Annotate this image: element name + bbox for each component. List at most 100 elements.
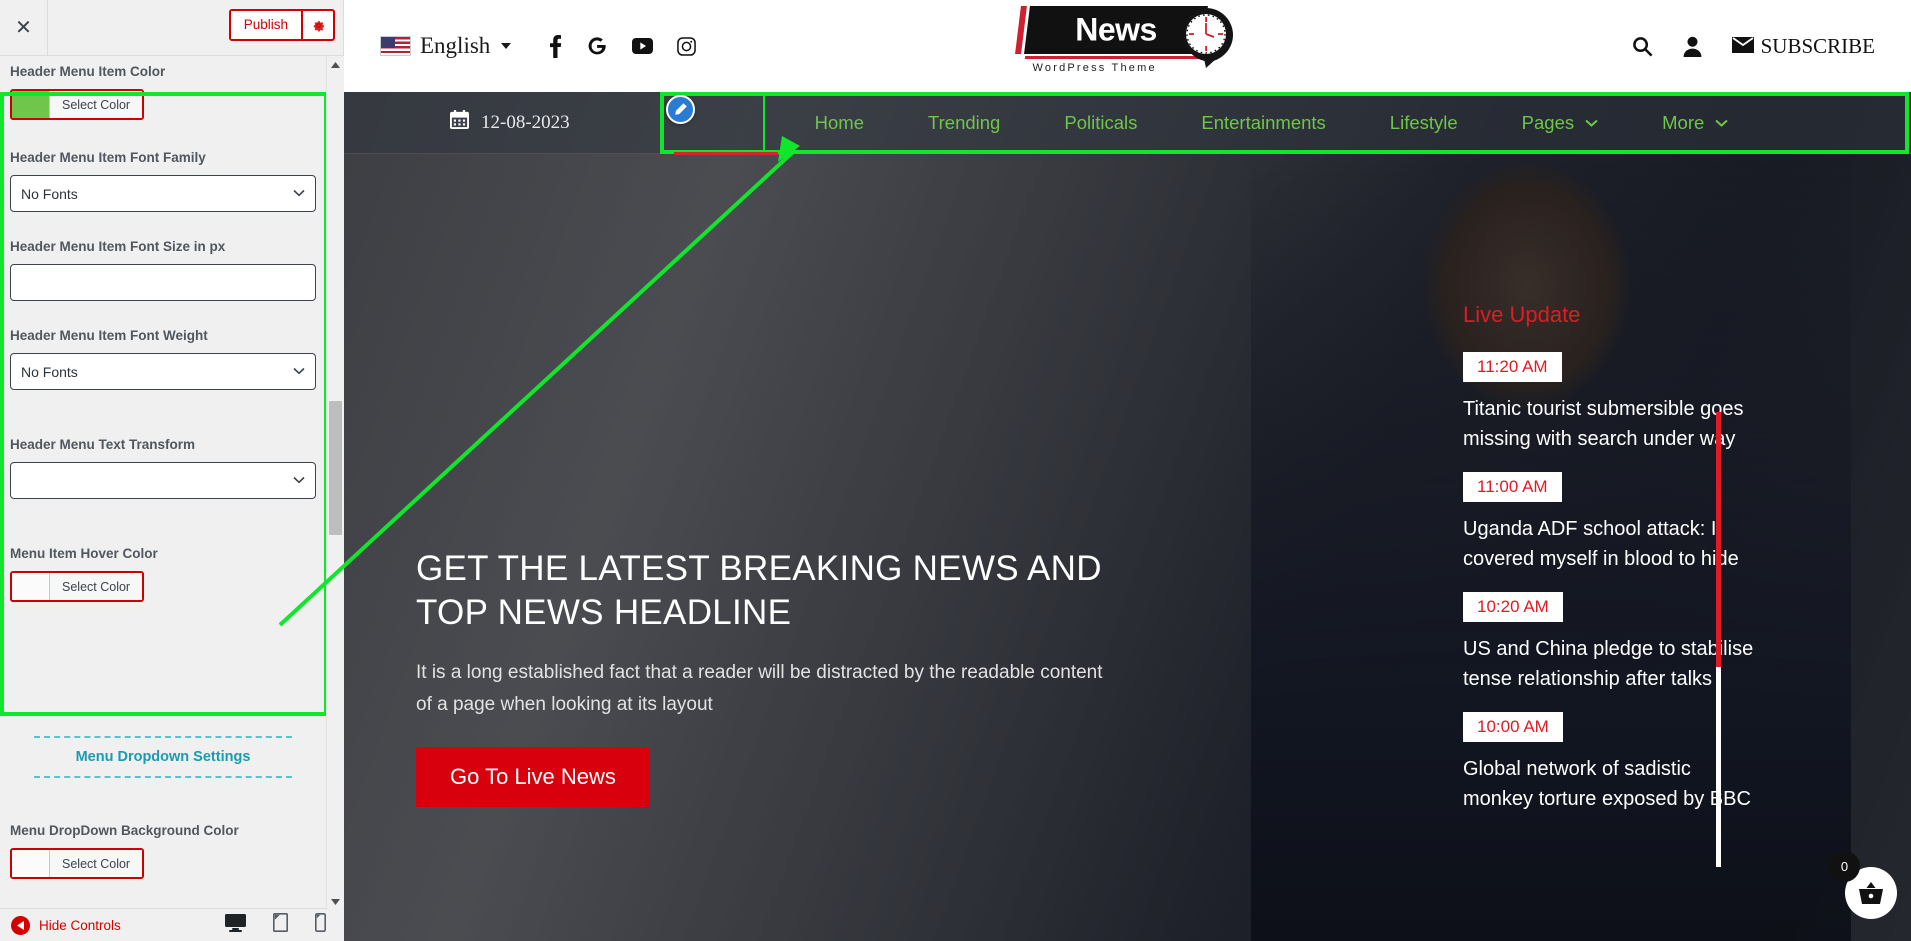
go-to-live-news-button[interactable]: Go To Live News: [416, 747, 650, 807]
select-color-button[interactable]: Select Color: [50, 91, 143, 118]
language-selector[interactable]: English: [380, 33, 512, 59]
sidebar-scrollbar[interactable]: [326, 56, 343, 910]
scroll-up-arrow[interactable]: [327, 56, 344, 73]
language-label: English: [420, 33, 491, 58]
current-date: 12-08-2023: [450, 110, 570, 135]
live-update-time: 11:20 AM: [1463, 352, 1562, 382]
chevron-down-icon: [293, 188, 305, 200]
nav-label: Home: [814, 111, 865, 133]
color-picker-header-menu-item-color[interactable]: Select Color: [10, 89, 145, 120]
control-menu-dropdown-background-color: Menu DropDown Background Color Select Co…: [10, 823, 316, 882]
color-swatch[interactable]: [12, 91, 50, 118]
chevron-down-icon: [1715, 115, 1728, 130]
active-item-underline: [674, 152, 778, 155]
chevron-down-icon: [293, 475, 305, 487]
nav-label: Lifestyle: [1389, 111, 1458, 133]
customizer-body: Header Menu Item Color Select Color Head…: [0, 56, 344, 910]
control-header-menu-item-font-weight: Header Menu Item Font Weight No Fonts: [10, 328, 316, 390]
mobile-icon[interactable]: [315, 913, 326, 937]
live-update-item[interactable]: 10:20 AM US and China pledge to stabilis…: [1463, 592, 1759, 694]
live-update-time: 11:00 AM: [1463, 472, 1562, 502]
live-update-headline[interactable]: Global network of sadistic monkey tortur…: [1463, 754, 1759, 814]
tablet-icon[interactable]: [273, 913, 288, 937]
section-title: Menu Dropdown Settings: [75, 749, 251, 765]
color-picker-menu-dropdown-background-color[interactable]: Select Color: [10, 848, 145, 879]
gear-icon[interactable]: [303, 11, 333, 39]
site-topbar: English News WordPress Theme SUBSCRIBE: [344, 0, 1911, 92]
control-label: Header Menu Item Font Size in px: [10, 239, 226, 254]
live-update-item[interactable]: 11:00 AM Uganda ADF school attack: I cov…: [1463, 472, 1759, 574]
device-preview-switcher: [225, 913, 326, 937]
color-swatch[interactable]: [12, 850, 50, 877]
desktop-icon[interactable]: [225, 913, 246, 937]
google-icon[interactable]: [586, 35, 608, 57]
select-value: No Fonts: [21, 363, 78, 380]
nav-item-more[interactable]: More: [1630, 112, 1760, 134]
cart-count-badge: 0: [1829, 851, 1860, 882]
youtube-icon[interactable]: [632, 38, 654, 54]
search-icon[interactable]: [1632, 36, 1653, 57]
logo-word: News: [1074, 11, 1157, 48]
live-update-headline[interactable]: Titanic tourist submersible goes missing…: [1463, 394, 1759, 454]
edit-pencil-icon[interactable]: [666, 95, 695, 124]
social-links: [549, 34, 697, 58]
control-label: Header Menu Item Color: [10, 64, 166, 79]
control-header-menu-text-transform: Header Menu Text Transform: [10, 437, 316, 499]
select-font-family[interactable]: No Fonts: [10, 175, 316, 212]
nav-item-politicals[interactable]: Politicals: [1032, 112, 1169, 134]
scroll-down-arrow[interactable]: [327, 893, 344, 910]
select-color-button[interactable]: Select Color: [50, 573, 143, 600]
chevron-down-icon: [1585, 115, 1598, 130]
hero-title: GET THE LATEST BREAKING NEWS AND TOP NEW…: [416, 549, 1102, 632]
live-update-panel: Live Update 11:20 AM Titanic tourist sub…: [1463, 302, 1759, 832]
instagram-icon[interactable]: [677, 36, 697, 56]
publish-button[interactable]: Publish: [230, 11, 303, 39]
user-icon[interactable]: [1683, 36, 1702, 57]
nav-label: Politicals: [1064, 111, 1138, 133]
hero-content: GET THE LATEST BREAKING NEWS AND TOP NEW…: [416, 547, 1106, 807]
color-picker-menu-item-hover-color[interactable]: Select Color: [10, 571, 145, 602]
select-value: No Fonts: [21, 185, 78, 202]
envelope-icon: [1731, 34, 1754, 59]
site-preview: English News WordPress Theme SUBSCRIBE 1…: [344, 0, 1911, 941]
nav-item-pages[interactable]: Pages: [1490, 112, 1630, 134]
live-update-progress-fill: [1716, 412, 1721, 667]
subscribe-button[interactable]: SUBSCRIBE: [1731, 33, 1875, 59]
live-update-item[interactable]: 11:20 AM Titanic tourist submersible goe…: [1463, 352, 1759, 454]
control-header-menu-item-font-size: Header Menu Item Font Size in px: [10, 239, 316, 301]
live-update-progress-rail[interactable]: [1716, 412, 1721, 867]
select-font-weight[interactable]: No Fonts: [10, 353, 316, 390]
nav-item-home[interactable]: Home: [783, 112, 896, 134]
control-label: Header Menu Item Font Weight: [10, 328, 208, 343]
scrollbar-thumb[interactable]: [329, 401, 342, 535]
live-update-headline[interactable]: US and China pledge to stabilise tense r…: [1463, 634, 1759, 694]
control-label: Header Menu Item Font Family: [10, 150, 206, 165]
nav-item-lifestyle[interactable]: Lifestyle: [1358, 112, 1490, 134]
us-flag-icon: [380, 36, 411, 56]
facebook-icon[interactable]: [549, 34, 562, 58]
select-color-button[interactable]: Select Color: [50, 850, 143, 877]
site-logo[interactable]: News WordPress Theme: [1019, 6, 1237, 82]
nav-label: Entertainments: [1201, 111, 1326, 133]
live-update-item[interactable]: 10:00 AM Global network of sadistic monk…: [1463, 712, 1759, 814]
nav-menu-items: Home Trending Politicals Entertainments …: [783, 112, 1761, 134]
hero-subtitle: It is a long established fact that a rea…: [416, 662, 1103, 715]
input-font-size[interactable]: [10, 264, 316, 301]
live-update-time: 10:00 AM: [1463, 712, 1563, 742]
subscribe-label: SUBSCRIBE: [1760, 33, 1875, 58]
nav-item-entertainments[interactable]: Entertainments: [1169, 112, 1357, 134]
clock-icon: [1182, 8, 1233, 68]
customizer-sidebar: ✕ Publish Header Menu Item Color Select …: [0, 0, 344, 941]
close-customizer-button[interactable]: ✕: [0, 0, 48, 55]
calendar-icon: [450, 110, 469, 135]
chevron-down-icon: [501, 43, 512, 49]
divider: [34, 736, 292, 738]
chevron-down-icon: [293, 366, 305, 378]
live-update-headline[interactable]: Uganda ADF school attack: I covered myse…: [1463, 514, 1759, 574]
control-label: Header Menu Text Transform: [10, 437, 196, 452]
hide-controls-button[interactable]: Hide Controls: [11, 915, 121, 935]
control-menu-item-hover-color: Menu Item Hover Color Select Color: [10, 546, 316, 605]
color-swatch[interactable]: [12, 573, 50, 600]
nav-item-trending[interactable]: Trending: [896, 112, 1032, 134]
select-text-transform[interactable]: [10, 462, 316, 499]
